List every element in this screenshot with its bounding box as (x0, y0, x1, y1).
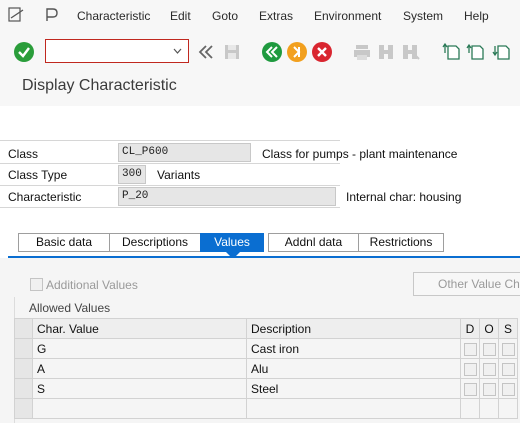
characteristic-label: Characteristic (8, 190, 82, 204)
page-title: Display Characteristic (22, 77, 177, 94)
menu-extras[interactable]: Extras (259, 9, 293, 23)
menu-characteristic[interactable]: Characteristic (77, 9, 150, 23)
divider (0, 207, 340, 208)
table-row[interactable]: A Alu (14, 358, 518, 379)
menu-bar: Characteristic Edit Goto Extras Environm… (0, 0, 520, 32)
allowed-values-table: Char. Value Description D O S G Cast iro… (14, 318, 518, 419)
s-checkbox[interactable] (501, 342, 515, 356)
empty-cell (479, 398, 499, 419)
first-page-icon[interactable] (442, 42, 462, 62)
class-field[interactable]: CL_P600 (118, 143, 251, 162)
o-checkbox[interactable] (482, 342, 496, 356)
menu-environment[interactable]: Environment (314, 9, 381, 23)
char-value-cell[interactable]: S (32, 378, 247, 399)
o-checkbox[interactable] (482, 382, 496, 396)
tab-restrictions[interactable]: Restrictions (358, 233, 444, 252)
s-checkbox[interactable] (501, 382, 515, 396)
d-checkbox[interactable] (463, 362, 477, 376)
description-cell[interactable] (246, 398, 461, 419)
row-selector[interactable] (14, 338, 33, 359)
empty-cell (498, 398, 518, 419)
description-cell[interactable]: Cast iron (246, 338, 461, 359)
menu-goto[interactable]: Goto (212, 9, 238, 23)
class-description: Class for pumps - plant maintenance (262, 147, 458, 161)
table-row[interactable]: G Cast iron (14, 338, 518, 359)
class-type-field[interactable]: 300 (118, 165, 146, 184)
tab-descriptions[interactable]: Descriptions (109, 233, 201, 252)
column-header-o[interactable]: O (479, 318, 499, 339)
next-page-icon[interactable] (492, 42, 512, 62)
divider (0, 163, 340, 164)
find-icon[interactable] (376, 42, 396, 62)
tab-values[interactable]: Values (200, 233, 264, 252)
characteristic-field[interactable]: P_20 (118, 187, 336, 206)
tab-addnl-data[interactable]: Addnl data (268, 233, 359, 252)
command-input[interactable] (50, 41, 172, 63)
select-all-cell[interactable] (14, 318, 33, 339)
column-header-description[interactable]: Description (246, 318, 461, 339)
divider (0, 140, 340, 141)
other-value-check-button[interactable]: Other Value Ch (413, 272, 520, 296)
additional-values-checkbox[interactable] (30, 278, 43, 291)
column-header-char-value[interactable]: Char. Value (32, 318, 247, 339)
table-row[interactable]: S Steel (14, 378, 518, 399)
divider (0, 185, 340, 186)
title-bar: Display Characteristic (0, 72, 520, 106)
row-selector[interactable] (14, 358, 33, 379)
menu-help[interactable]: Help (464, 9, 489, 23)
cancel-icon[interactable] (312, 42, 332, 62)
back-icon[interactable] (262, 42, 282, 62)
chevron-down-icon[interactable] (173, 48, 182, 54)
double-chevron-left-icon[interactable] (196, 42, 216, 62)
row-selector[interactable] (14, 398, 33, 419)
previous-page-icon[interactable] (466, 42, 486, 62)
o-checkbox[interactable] (482, 362, 496, 376)
s-checkbox[interactable] (501, 362, 515, 376)
menu-edit[interactable]: Edit (170, 9, 191, 23)
find-next-icon[interactable] (400, 42, 420, 62)
table-header-row: Char. Value Description D O S (14, 318, 518, 339)
description-cell[interactable]: Steel (246, 378, 461, 399)
characteristic-description: Internal char: housing (346, 190, 462, 204)
menu-system[interactable]: System (403, 9, 443, 23)
class-label: Class (8, 147, 39, 161)
exit-icon[interactable] (287, 42, 307, 62)
table-row[interactable] (14, 398, 518, 419)
d-checkbox[interactable] (463, 382, 477, 396)
application-menu-icon[interactable] (8, 7, 24, 23)
class-type-description: Variants (157, 168, 201, 182)
toolbar (0, 32, 520, 73)
command-field[interactable] (45, 39, 189, 63)
char-value-cell[interactable]: G (32, 338, 247, 359)
class-type-label: Class Type (8, 168, 68, 182)
sap-menu-icon[interactable] (44, 7, 60, 23)
description-cell[interactable]: Alu (246, 358, 461, 379)
enter-icon[interactable] (14, 42, 34, 62)
save-icon[interactable] (222, 42, 242, 62)
row-selector[interactable] (14, 378, 33, 399)
allowed-values-title: Allowed Values (29, 301, 111, 315)
print-icon[interactable] (352, 42, 372, 62)
char-value-cell[interactable]: A (32, 358, 247, 379)
empty-cell (460, 398, 480, 419)
d-checkbox[interactable] (463, 342, 477, 356)
char-value-cell[interactable] (32, 398, 247, 419)
column-header-s[interactable]: S (498, 318, 518, 339)
tab-basic-data[interactable]: Basic data (18, 233, 110, 252)
column-header-d[interactable]: D (460, 318, 480, 339)
additional-values-label: Additional Values (46, 278, 138, 292)
